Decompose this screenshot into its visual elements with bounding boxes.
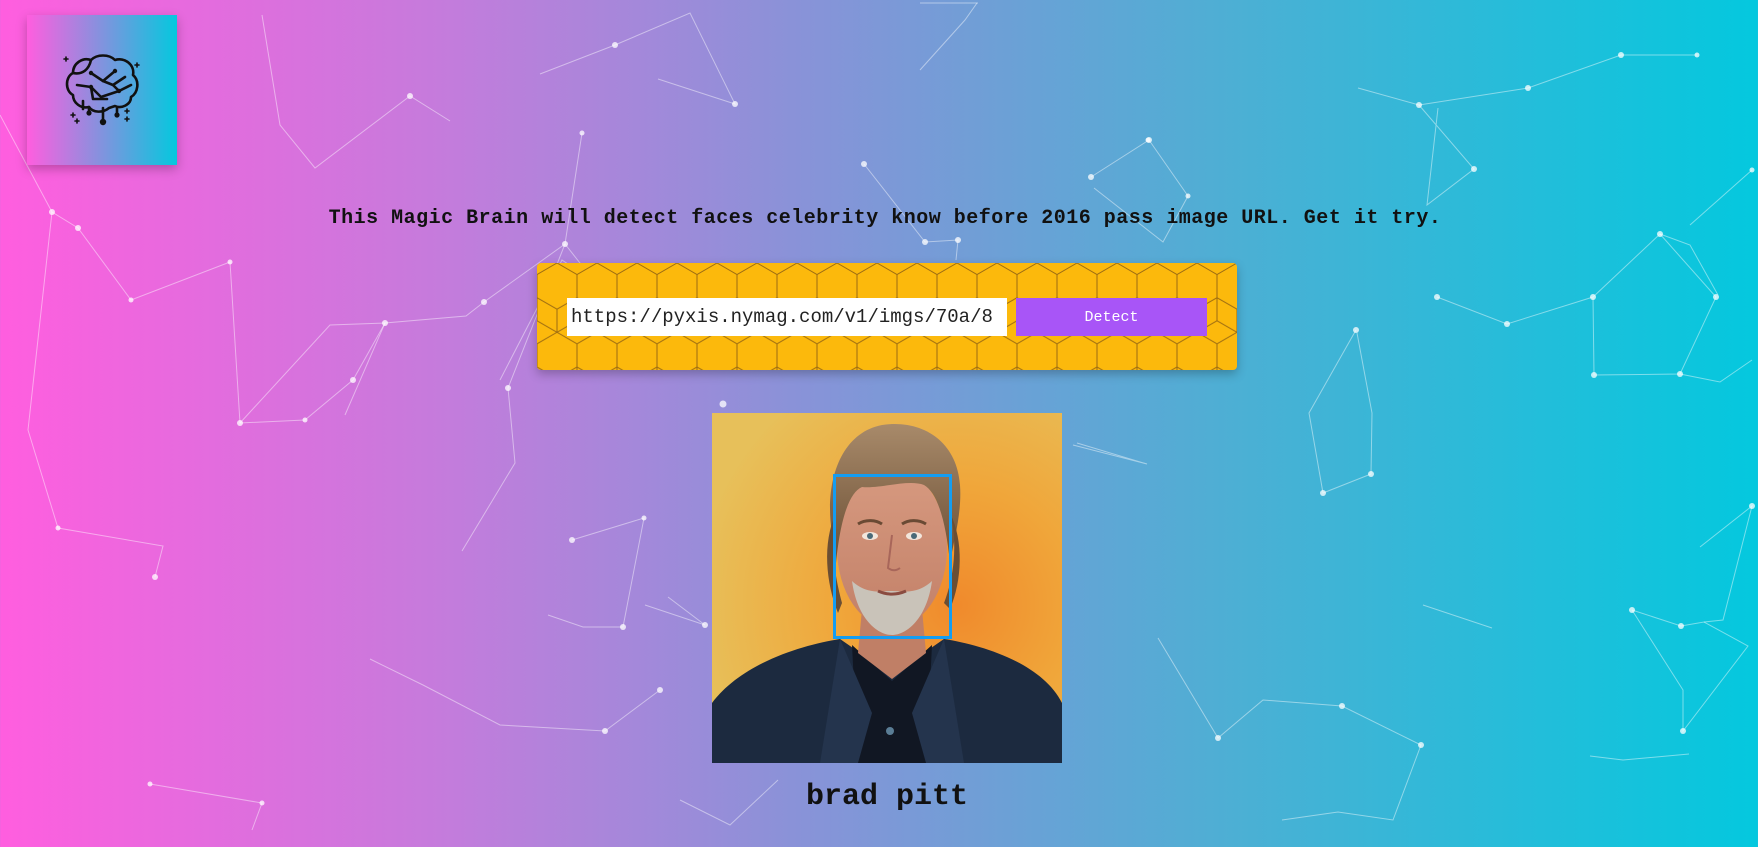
brain-circuit-icon xyxy=(63,54,140,126)
celebrity-name: brad pitt xyxy=(805,780,969,814)
image-link-form: Detect xyxy=(537,263,1237,370)
image-url-input[interactable] xyxy=(567,298,1007,336)
result-image xyxy=(712,413,1062,763)
detect-button[interactable]: Detect xyxy=(1016,298,1207,336)
face-bounding-box xyxy=(833,474,952,639)
intro-text: This Magic Brain will detect faces celeb… xyxy=(328,207,1442,230)
logo-card[interactable] xyxy=(27,15,177,165)
